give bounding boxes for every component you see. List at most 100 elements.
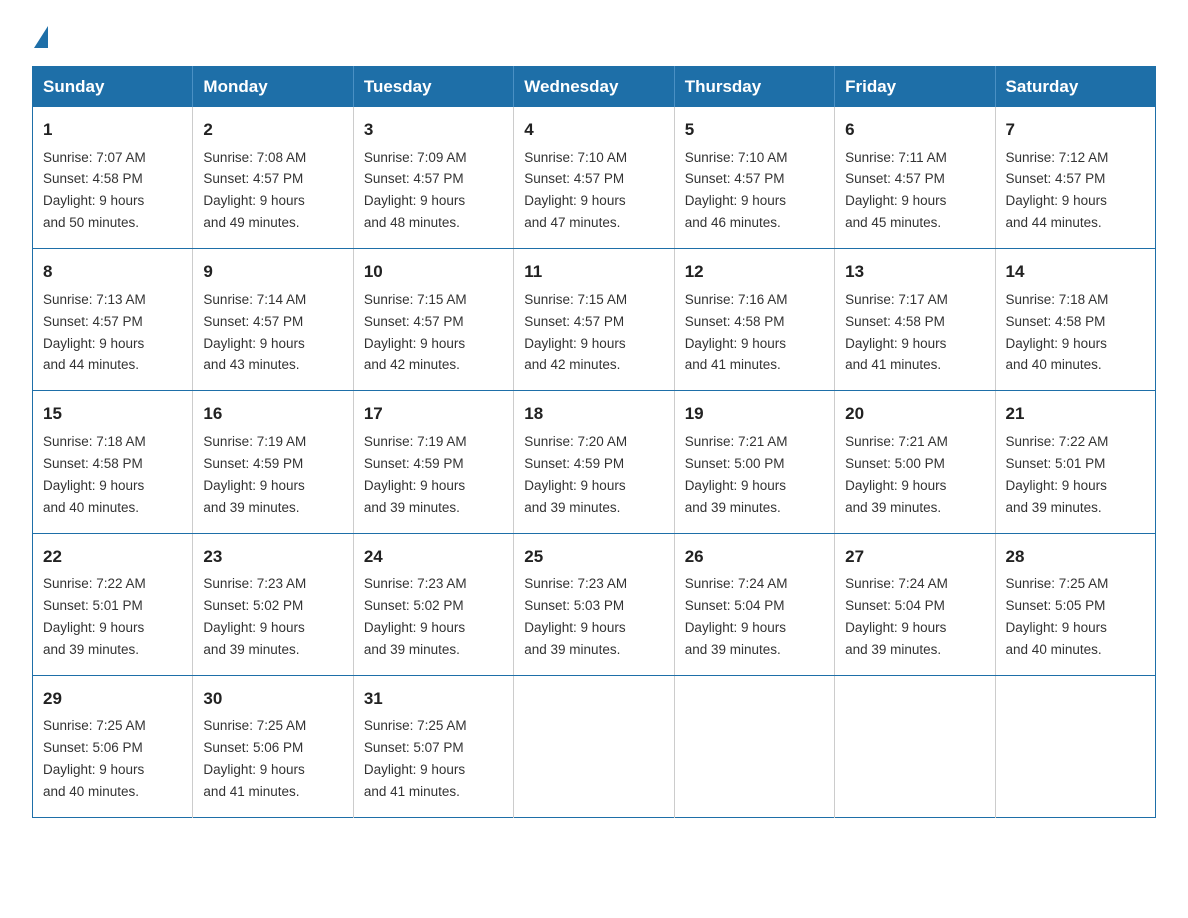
day-info: Sunrise: 7:23 AMSunset: 5:02 PMDaylight:… xyxy=(364,576,467,657)
calendar-cell: 27 Sunrise: 7:24 AMSunset: 5:04 PMDaylig… xyxy=(835,533,995,675)
calendar-cell: 12 Sunrise: 7:16 AMSunset: 4:58 PMDaylig… xyxy=(674,249,834,391)
day-number: 18 xyxy=(524,401,663,427)
calendar-cell xyxy=(674,675,834,817)
day-number: 21 xyxy=(1006,401,1145,427)
calendar-body: 1 Sunrise: 7:07 AMSunset: 4:58 PMDayligh… xyxy=(33,107,1156,817)
day-info: Sunrise: 7:16 AMSunset: 4:58 PMDaylight:… xyxy=(685,292,788,373)
calendar-cell: 11 Sunrise: 7:15 AMSunset: 4:57 PMDaylig… xyxy=(514,249,674,391)
day-info: Sunrise: 7:10 AMSunset: 4:57 PMDaylight:… xyxy=(524,150,627,231)
day-info: Sunrise: 7:15 AMSunset: 4:57 PMDaylight:… xyxy=(364,292,467,373)
header-day-saturday: Saturday xyxy=(995,67,1155,108)
calendar-cell: 21 Sunrise: 7:22 AMSunset: 5:01 PMDaylig… xyxy=(995,391,1155,533)
calendar-cell: 24 Sunrise: 7:23 AMSunset: 5:02 PMDaylig… xyxy=(353,533,513,675)
day-info: Sunrise: 7:14 AMSunset: 4:57 PMDaylight:… xyxy=(203,292,306,373)
header-day-tuesday: Tuesday xyxy=(353,67,513,108)
day-number: 9 xyxy=(203,259,342,285)
day-number: 23 xyxy=(203,544,342,570)
calendar-cell: 5 Sunrise: 7:10 AMSunset: 4:57 PMDayligh… xyxy=(674,107,834,249)
day-info: Sunrise: 7:22 AMSunset: 5:01 PMDaylight:… xyxy=(1006,434,1109,515)
calendar-cell: 4 Sunrise: 7:10 AMSunset: 4:57 PMDayligh… xyxy=(514,107,674,249)
week-row-4: 22 Sunrise: 7:22 AMSunset: 5:01 PMDaylig… xyxy=(33,533,1156,675)
calendar-cell xyxy=(995,675,1155,817)
week-row-1: 1 Sunrise: 7:07 AMSunset: 4:58 PMDayligh… xyxy=(33,107,1156,249)
calendar-cell xyxy=(514,675,674,817)
day-number: 29 xyxy=(43,686,182,712)
day-number: 4 xyxy=(524,117,663,143)
day-info: Sunrise: 7:15 AMSunset: 4:57 PMDaylight:… xyxy=(524,292,627,373)
day-number: 19 xyxy=(685,401,824,427)
day-number: 12 xyxy=(685,259,824,285)
day-info: Sunrise: 7:09 AMSunset: 4:57 PMDaylight:… xyxy=(364,150,467,231)
calendar-cell: 3 Sunrise: 7:09 AMSunset: 4:57 PMDayligh… xyxy=(353,107,513,249)
day-info: Sunrise: 7:25 AMSunset: 5:06 PMDaylight:… xyxy=(43,718,146,799)
day-info: Sunrise: 7:07 AMSunset: 4:58 PMDaylight:… xyxy=(43,150,146,231)
day-number: 2 xyxy=(203,117,342,143)
calendar-cell: 26 Sunrise: 7:24 AMSunset: 5:04 PMDaylig… xyxy=(674,533,834,675)
header-day-thursday: Thursday xyxy=(674,67,834,108)
day-info: Sunrise: 7:22 AMSunset: 5:01 PMDaylight:… xyxy=(43,576,146,657)
day-info: Sunrise: 7:25 AMSunset: 5:07 PMDaylight:… xyxy=(364,718,467,799)
day-info: Sunrise: 7:11 AMSunset: 4:57 PMDaylight:… xyxy=(845,150,947,231)
calendar-cell xyxy=(835,675,995,817)
day-info: Sunrise: 7:21 AMSunset: 5:00 PMDaylight:… xyxy=(685,434,788,515)
header xyxy=(32,24,1156,48)
calendar-cell: 20 Sunrise: 7:21 AMSunset: 5:00 PMDaylig… xyxy=(835,391,995,533)
day-info: Sunrise: 7:25 AMSunset: 5:06 PMDaylight:… xyxy=(203,718,306,799)
week-row-2: 8 Sunrise: 7:13 AMSunset: 4:57 PMDayligh… xyxy=(33,249,1156,391)
logo xyxy=(32,24,50,48)
day-info: Sunrise: 7:10 AMSunset: 4:57 PMDaylight:… xyxy=(685,150,788,231)
calendar-cell: 17 Sunrise: 7:19 AMSunset: 4:59 PMDaylig… xyxy=(353,391,513,533)
day-number: 7 xyxy=(1006,117,1145,143)
day-info: Sunrise: 7:19 AMSunset: 4:59 PMDaylight:… xyxy=(364,434,467,515)
day-info: Sunrise: 7:23 AMSunset: 5:02 PMDaylight:… xyxy=(203,576,306,657)
day-info: Sunrise: 7:20 AMSunset: 4:59 PMDaylight:… xyxy=(524,434,627,515)
day-info: Sunrise: 7:18 AMSunset: 4:58 PMDaylight:… xyxy=(1006,292,1109,373)
day-number: 15 xyxy=(43,401,182,427)
calendar-cell: 7 Sunrise: 7:12 AMSunset: 4:57 PMDayligh… xyxy=(995,107,1155,249)
header-day-sunday: Sunday xyxy=(33,67,193,108)
day-number: 14 xyxy=(1006,259,1145,285)
calendar-cell: 2 Sunrise: 7:08 AMSunset: 4:57 PMDayligh… xyxy=(193,107,353,249)
day-number: 27 xyxy=(845,544,984,570)
calendar-cell: 16 Sunrise: 7:19 AMSunset: 4:59 PMDaylig… xyxy=(193,391,353,533)
page: SundayMondayTuesdayWednesdayThursdayFrid… xyxy=(0,0,1188,850)
day-number: 3 xyxy=(364,117,503,143)
day-number: 10 xyxy=(364,259,503,285)
day-info: Sunrise: 7:08 AMSunset: 4:57 PMDaylight:… xyxy=(203,150,306,231)
day-number: 8 xyxy=(43,259,182,285)
calendar-cell: 29 Sunrise: 7:25 AMSunset: 5:06 PMDaylig… xyxy=(33,675,193,817)
day-number: 24 xyxy=(364,544,503,570)
day-info: Sunrise: 7:19 AMSunset: 4:59 PMDaylight:… xyxy=(203,434,306,515)
day-info: Sunrise: 7:13 AMSunset: 4:57 PMDaylight:… xyxy=(43,292,146,373)
calendar-cell: 6 Sunrise: 7:11 AMSunset: 4:57 PMDayligh… xyxy=(835,107,995,249)
day-info: Sunrise: 7:18 AMSunset: 4:58 PMDaylight:… xyxy=(43,434,146,515)
calendar-cell: 14 Sunrise: 7:18 AMSunset: 4:58 PMDaylig… xyxy=(995,249,1155,391)
day-info: Sunrise: 7:17 AMSunset: 4:58 PMDaylight:… xyxy=(845,292,948,373)
day-number: 11 xyxy=(524,259,663,285)
day-number: 5 xyxy=(685,117,824,143)
day-number: 28 xyxy=(1006,544,1145,570)
day-info: Sunrise: 7:21 AMSunset: 5:00 PMDaylight:… xyxy=(845,434,948,515)
day-number: 13 xyxy=(845,259,984,285)
calendar-cell: 13 Sunrise: 7:17 AMSunset: 4:58 PMDaylig… xyxy=(835,249,995,391)
calendar-cell: 30 Sunrise: 7:25 AMSunset: 5:06 PMDaylig… xyxy=(193,675,353,817)
calendar-cell: 19 Sunrise: 7:21 AMSunset: 5:00 PMDaylig… xyxy=(674,391,834,533)
day-info: Sunrise: 7:12 AMSunset: 4:57 PMDaylight:… xyxy=(1006,150,1109,231)
calendar-cell: 1 Sunrise: 7:07 AMSunset: 4:58 PMDayligh… xyxy=(33,107,193,249)
day-number: 31 xyxy=(364,686,503,712)
day-info: Sunrise: 7:25 AMSunset: 5:05 PMDaylight:… xyxy=(1006,576,1109,657)
calendar-cell: 25 Sunrise: 7:23 AMSunset: 5:03 PMDaylig… xyxy=(514,533,674,675)
day-number: 6 xyxy=(845,117,984,143)
calendar-cell: 9 Sunrise: 7:14 AMSunset: 4:57 PMDayligh… xyxy=(193,249,353,391)
day-number: 22 xyxy=(43,544,182,570)
calendar-header: SundayMondayTuesdayWednesdayThursdayFrid… xyxy=(33,67,1156,108)
week-row-5: 29 Sunrise: 7:25 AMSunset: 5:06 PMDaylig… xyxy=(33,675,1156,817)
header-day-monday: Monday xyxy=(193,67,353,108)
day-info: Sunrise: 7:23 AMSunset: 5:03 PMDaylight:… xyxy=(524,576,627,657)
calendar-cell: 8 Sunrise: 7:13 AMSunset: 4:57 PMDayligh… xyxy=(33,249,193,391)
calendar-cell: 23 Sunrise: 7:23 AMSunset: 5:02 PMDaylig… xyxy=(193,533,353,675)
header-day-wednesday: Wednesday xyxy=(514,67,674,108)
calendar-cell: 22 Sunrise: 7:22 AMSunset: 5:01 PMDaylig… xyxy=(33,533,193,675)
day-number: 26 xyxy=(685,544,824,570)
calendar-cell: 31 Sunrise: 7:25 AMSunset: 5:07 PMDaylig… xyxy=(353,675,513,817)
